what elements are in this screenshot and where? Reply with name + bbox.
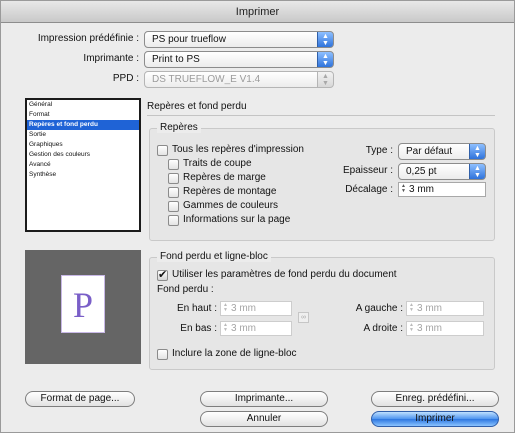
printer-value: Print to PS xyxy=(152,54,200,65)
page-info-checkbox[interactable] xyxy=(168,215,179,226)
print-dialog: Imprimer Impression prédéfinie : PS pour… xyxy=(0,0,515,433)
save-preset-button[interactable]: Enreg. prédéfini... xyxy=(371,391,499,407)
bleed-bottom-field: ▲ ▼ 3 mm xyxy=(220,321,292,336)
preview-page: P xyxy=(61,275,105,333)
use-doc-bleed-checkbox[interactable] xyxy=(157,268,168,281)
sidebar-item-format[interactable]: Format xyxy=(27,110,139,120)
up-down-arrows-icon: ▲ ▼ xyxy=(317,52,333,67)
all-marks-label: Tous les repères d'impression xyxy=(172,144,304,155)
color-bars-label: Gammes de couleurs xyxy=(183,200,279,211)
bleed-bottom-value: 3 mm xyxy=(231,323,256,334)
bleed-bottom-label: En bas : xyxy=(180,323,217,334)
crop-marks-label: Traits de coupe xyxy=(183,158,252,169)
offset-value: 3 mm xyxy=(409,184,434,195)
stepper-arrows-icon: ▲ ▼ xyxy=(409,302,414,313)
type-popup[interactable]: Par défaut ▲ ▼ xyxy=(398,143,486,160)
stepper-arrows-icon[interactable]: ▲ ▼ xyxy=(400,184,407,195)
all-marks-checkbox[interactable] xyxy=(157,145,168,156)
ppd-popup: DS TRUEFLOW_E V1.4 ▲ ▼ xyxy=(144,71,334,88)
color-bars-checkbox[interactable] xyxy=(168,201,179,212)
section-divider xyxy=(147,115,495,116)
ppd-label: PPD : xyxy=(112,73,139,84)
up-down-arrows-icon: ▲ ▼ xyxy=(317,32,333,47)
weight-label: Epaisseur : xyxy=(342,165,393,176)
use-doc-bleed-label: Utiliser les paramètres de fond perdu du… xyxy=(172,269,397,280)
bleed-top-field: ▲ ▼ 3 mm xyxy=(220,301,292,316)
page-preview: P xyxy=(25,250,141,364)
stepper-arrows-icon: ▲ ▼ xyxy=(223,302,228,313)
printer-button[interactable]: Imprimante... xyxy=(200,391,328,407)
marks-group-title: Repères xyxy=(157,122,201,133)
type-label: Type : xyxy=(365,145,393,156)
printer-label: Imprimante : xyxy=(83,53,139,64)
registration-marks-label: Repères de montage xyxy=(183,186,277,197)
bleed-group-title: Fond perdu et ligne-bloc xyxy=(157,251,271,262)
bleed-marks-checkbox[interactable] xyxy=(168,173,179,184)
window-title: Imprimer xyxy=(1,1,514,23)
ppd-value: DS TRUEFLOW_E V1.4 xyxy=(152,74,261,85)
cancel-button[interactable]: Annuler xyxy=(200,411,328,427)
include-slug-label: Inclure la zone de ligne-bloc xyxy=(172,348,297,359)
bleed-left-value: 3 mm xyxy=(417,303,442,314)
crop-marks-checkbox[interactable] xyxy=(168,159,179,170)
bleed-marks-label: Repères de marge xyxy=(183,172,266,183)
category-list[interactable]: Général Format Repères et fond perdu Sor… xyxy=(25,98,141,232)
stepper-arrows-icon: ▲ ▼ xyxy=(223,322,228,333)
registration-marks-checkbox[interactable] xyxy=(168,187,179,198)
up-down-arrows-icon: ▲ ▼ xyxy=(469,164,485,179)
sidebar-item-summary[interactable]: Synthèse xyxy=(27,170,139,180)
bleed-right-field: ▲ ▼ 3 mm xyxy=(406,321,484,336)
sidebar-item-marks-bleed[interactable]: Repères et fond perdu xyxy=(27,120,139,130)
chain-link-icon: ∞ xyxy=(298,312,309,323)
page-setup-button[interactable]: Format de page... xyxy=(25,391,135,407)
sidebar-item-graphics[interactable]: Graphiques xyxy=(27,140,139,150)
include-slug-checkbox[interactable] xyxy=(157,349,168,360)
bleed-top-label: En haut : xyxy=(176,303,217,314)
preset-label: Impression prédéfinie : xyxy=(37,33,139,44)
sidebar-item-color-management[interactable]: Gestion des couleurs xyxy=(27,150,139,160)
bleed-top-value: 3 mm xyxy=(231,303,256,314)
printer-popup[interactable]: Print to PS ▲ ▼ xyxy=(144,51,334,68)
up-down-arrows-icon: ▲ ▼ xyxy=(317,72,333,87)
bleed-label: Fond perdu : xyxy=(157,284,214,295)
type-value: Par défaut xyxy=(406,146,453,157)
weight-value: 0,25 pt xyxy=(406,166,437,177)
sidebar-item-advanced[interactable]: Avancé xyxy=(27,160,139,170)
page-info-label: Informations sur la page xyxy=(183,214,291,225)
section-title: Repères et fond perdu xyxy=(147,101,247,112)
preset-popup[interactable]: PS pour trueflow ▲ ▼ xyxy=(144,31,334,48)
bleed-right-value: 3 mm xyxy=(417,323,442,334)
up-down-arrows-icon: ▲ ▼ xyxy=(469,144,485,159)
bleed-left-field: ▲ ▼ 3 mm xyxy=(406,301,484,316)
bleed-right-label: A droite : xyxy=(363,323,403,334)
bleed-left-label: A gauche : xyxy=(355,303,403,314)
sidebar-item-output[interactable]: Sortie xyxy=(27,130,139,140)
preset-value: PS pour trueflow xyxy=(152,34,226,45)
print-button[interactable]: Imprimer xyxy=(371,411,499,427)
offset-label: Décalage : xyxy=(345,184,393,195)
weight-popup[interactable]: 0,25 pt ▲ ▼ xyxy=(398,163,486,180)
stepper-arrows-icon: ▲ ▼ xyxy=(409,322,414,333)
offset-field[interactable]: ▲ ▼ 3 mm xyxy=(398,182,486,197)
sidebar-item-general[interactable]: Général xyxy=(27,100,139,110)
